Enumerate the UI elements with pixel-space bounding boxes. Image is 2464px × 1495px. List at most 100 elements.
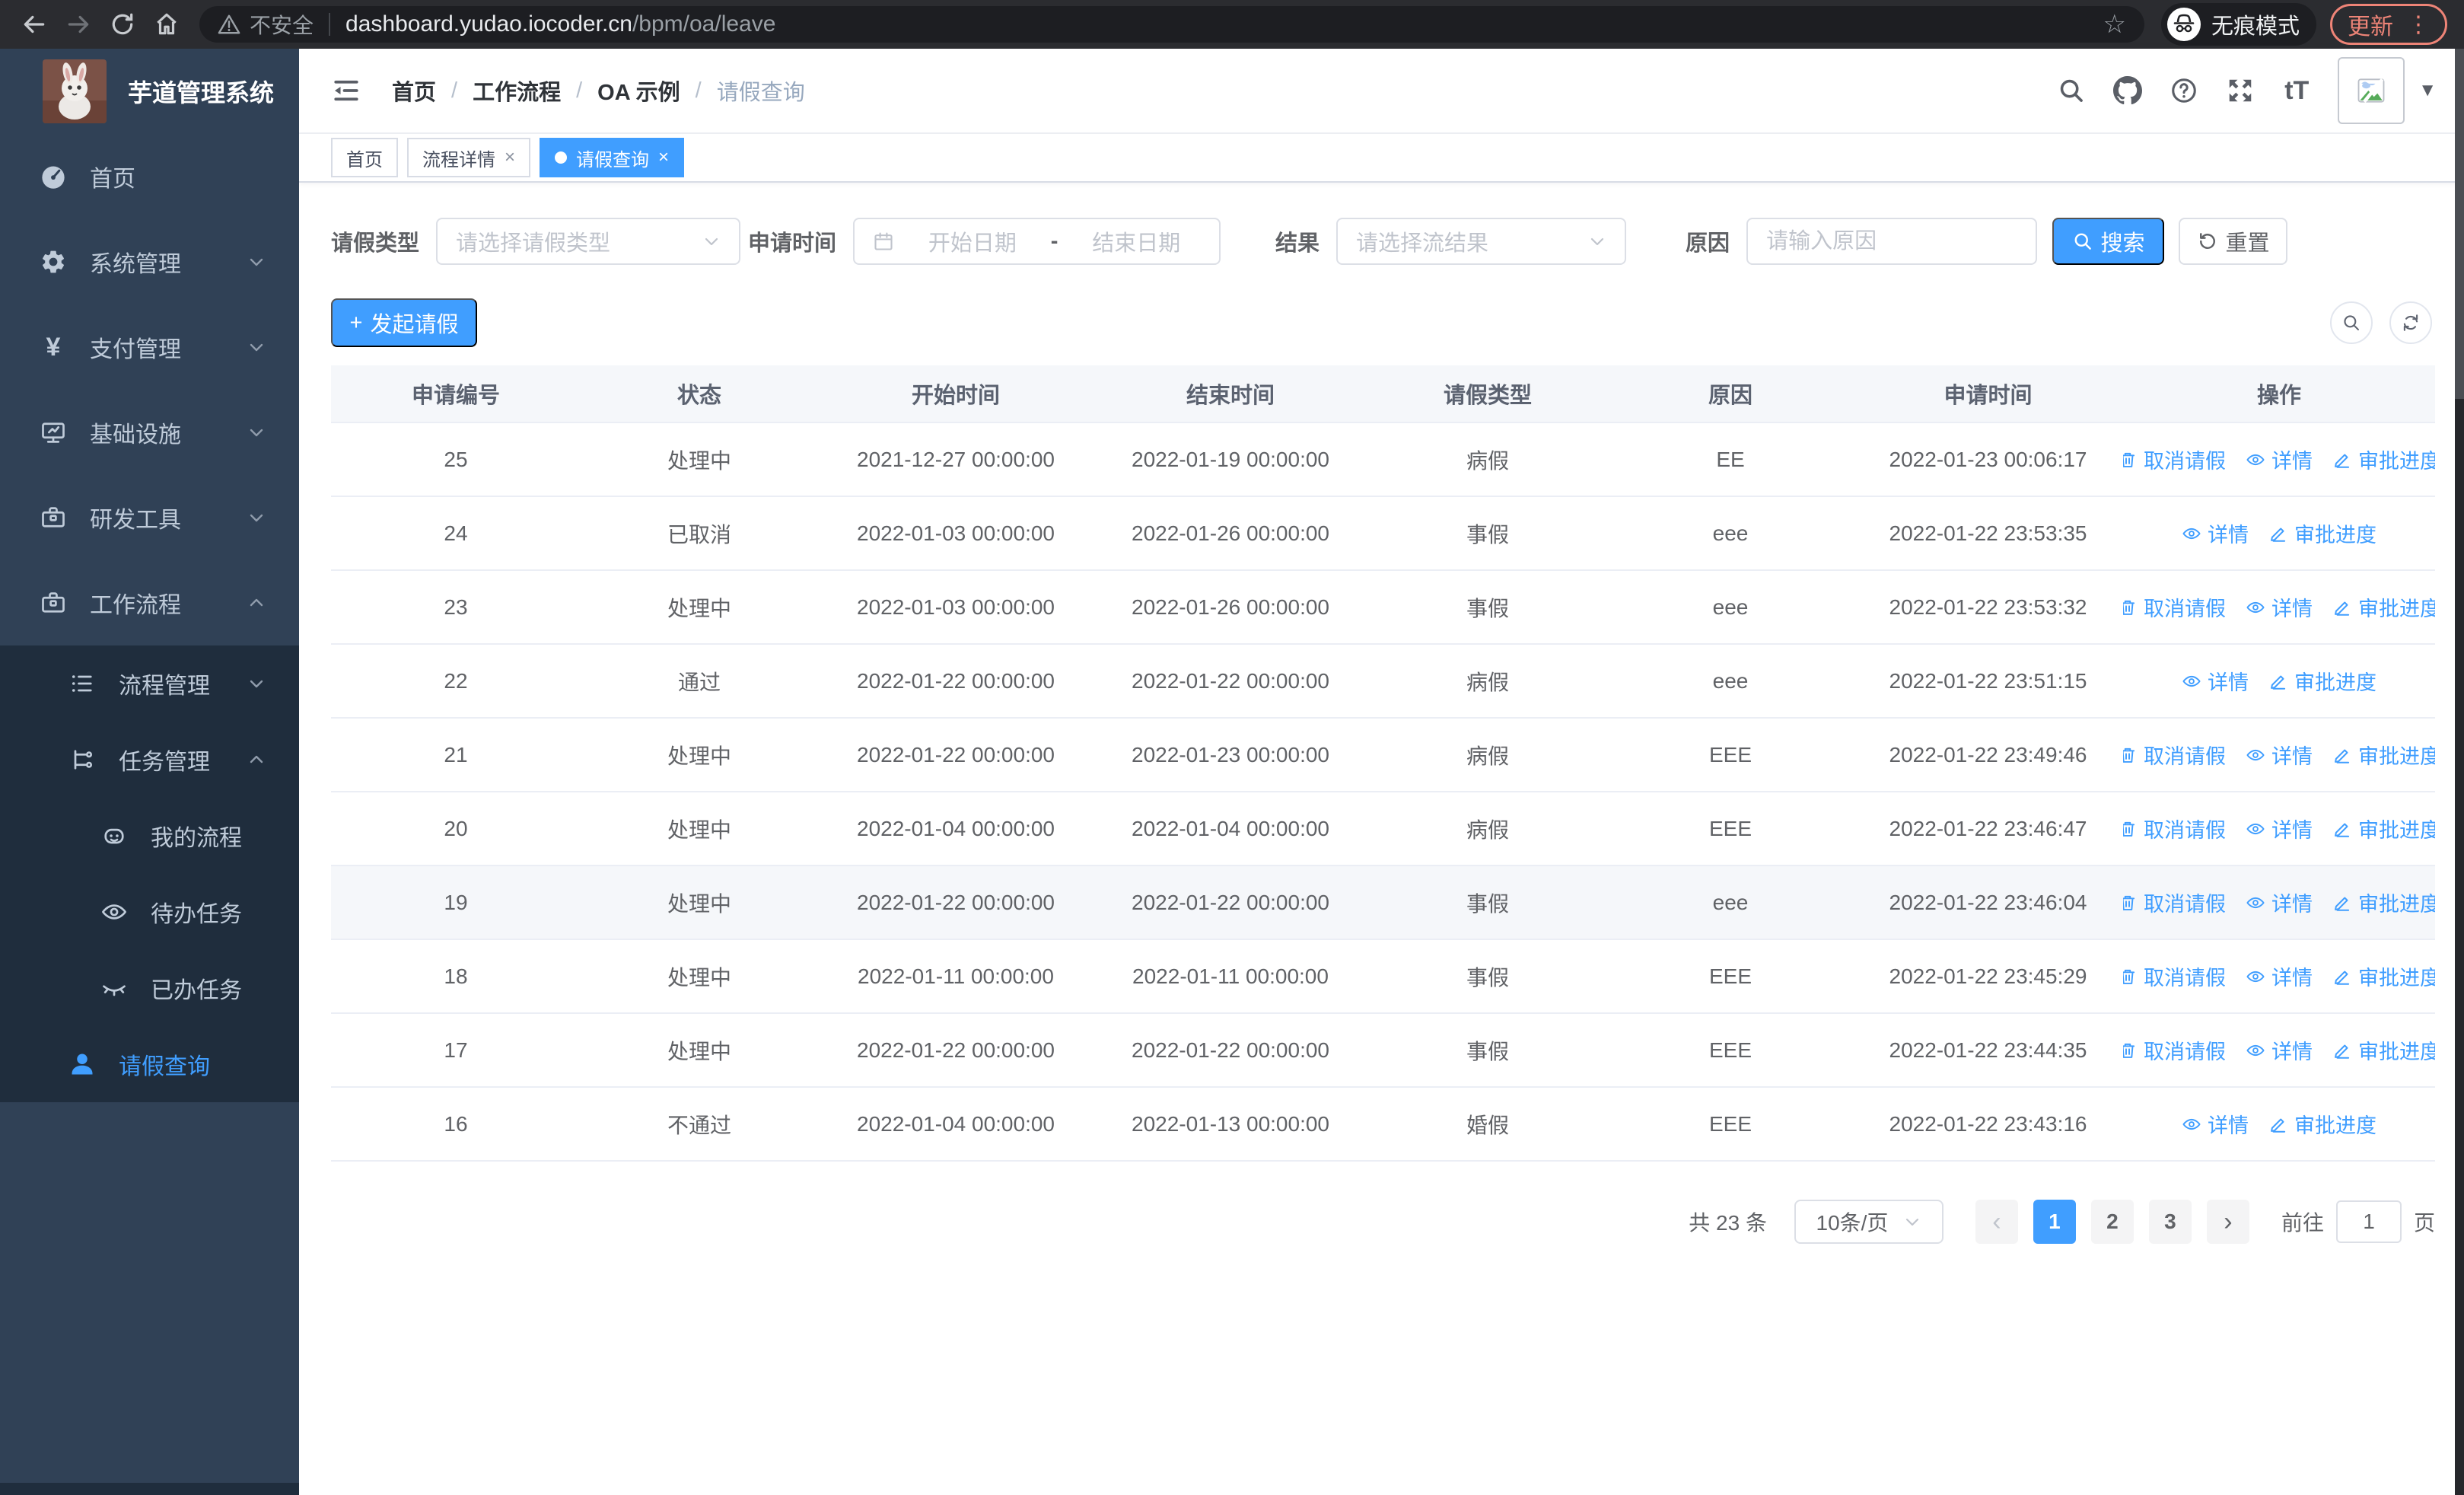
action-detail[interactable]: 详情	[2246, 1035, 2313, 1065]
start-date-placeholder[interactable]: 开始日期	[908, 225, 1037, 257]
breadcrumb-oa-example[interactable]: OA 示例	[597, 75, 680, 107]
sidebar-item-infrastructure[interactable]: 基础设施	[0, 390, 299, 475]
breadcrumb-home[interactable]: 首页	[392, 75, 436, 107]
security-warning-icon[interactable]	[218, 13, 240, 36]
avatar[interactable]	[2338, 57, 2405, 124]
action-progress[interactable]: 审批进度	[2332, 814, 2435, 843]
tab-process-detail[interactable]: 流程详情 ×	[407, 138, 531, 177]
sidebar-item-workflow[interactable]: 工作流程	[0, 560, 299, 645]
close-icon[interactable]: ×	[505, 147, 515, 168]
tab-label: 首页	[346, 149, 383, 171]
action-cancel[interactable]: 取消请假	[2123, 740, 2226, 770]
action-cancel[interactable]: 取消请假	[2123, 1035, 2226, 1065]
sidebar-item-label: 已办任务	[151, 978, 242, 1003]
help-icon[interactable]	[2160, 66, 2208, 115]
action-progress[interactable]: 审批进度	[2332, 740, 2435, 770]
hide-search-icon[interactable]	[2330, 301, 2373, 344]
chevron-down-icon	[247, 253, 266, 271]
leave-type-select[interactable]: 请选择请假类型	[436, 218, 741, 265]
avatar-caret-icon[interactable]: ▼	[2418, 80, 2437, 101]
page-url[interactable]: dashboard.yudao.iocoder.cn/bpm/oa/leave	[345, 11, 775, 37]
sidebar-item-my-process[interactable]: 我的流程	[0, 798, 299, 874]
sidebar-item-task-mgmt[interactable]: 任务管理	[0, 722, 299, 798]
action-progress[interactable]: 审批进度	[2268, 1109, 2376, 1139]
action-progress[interactable]: 审批进度	[2332, 1035, 2435, 1065]
sidebar-item-system[interactable]: 系统管理	[0, 219, 299, 304]
chevron-down-icon	[247, 508, 266, 527]
browser-forward-icon[interactable]	[56, 2, 100, 46]
refresh-icon[interactable]	[2389, 301, 2432, 344]
sidebar-item-process-mgmt[interactable]: 流程管理	[0, 645, 299, 722]
action-detail[interactable]: 详情	[2246, 814, 2313, 843]
table-body: 25 处理中 2021-12-27 00:00:00 2022-01-19 00…	[331, 423, 2435, 1162]
close-icon[interactable]: ×	[658, 147, 669, 168]
tab-leave-query[interactable]: 请假查询 ×	[540, 138, 685, 177]
fullscreen-icon[interactable]	[2216, 66, 2265, 115]
sidebar-item-leave-query[interactable]: 请假查询	[0, 1026, 299, 1102]
next-page-button[interactable]: ›	[2206, 1200, 2249, 1244]
action-cancel[interactable]: 取消请假	[2123, 445, 2226, 474]
action-detail[interactable]: 详情	[2182, 666, 2249, 696]
create-leave-button[interactable]: + 发起请假	[331, 298, 477, 347]
sidebar-item-done-tasks[interactable]: 已办任务	[0, 950, 299, 1026]
flow-branch-icon	[65, 746, 99, 773]
apply-time-range-picker[interactable]: 开始日期 - 结束日期	[853, 218, 1221, 265]
action-progress[interactable]: 审批进度	[2268, 518, 2376, 548]
col-type: 请假类型	[1443, 384, 1532, 408]
action-progress[interactable]: 审批进度	[2332, 888, 2435, 917]
font-size-icon[interactable]: tT	[2272, 66, 2321, 115]
address-bar[interactable]: 不安全 dashboard.yudao.iocoder.cn/bpm/oa/le…	[199, 6, 2144, 43]
action-detail[interactable]: 详情	[2246, 740, 2313, 770]
action-detail[interactable]: 详情	[2246, 888, 2313, 917]
incognito-label: 无痕模式	[2211, 14, 2300, 39]
action-cancel[interactable]: 取消请假	[2123, 814, 2226, 843]
goto-page-input[interactable]	[2335, 1200, 2402, 1243]
window-scrollbar[interactable]	[2455, 49, 2464, 1495]
action-progress[interactable]: 审批进度	[2332, 592, 2435, 622]
end-date-placeholder[interactable]: 结束日期	[1071, 225, 1201, 257]
page-button-3[interactable]: 3	[2148, 1200, 2192, 1244]
trash-icon	[2123, 1043, 2135, 1058]
sidebar-item-home[interactable]: 首页	[0, 134, 299, 219]
app-logo-row[interactable]: 芋道管理系统	[0, 49, 299, 134]
action-detail[interactable]: 详情	[2246, 961, 2313, 991]
incognito-icon	[2167, 8, 2201, 41]
browser-back-icon[interactable]	[12, 2, 56, 46]
github-icon[interactable]	[2103, 66, 2152, 115]
page-size-select[interactable]: 10条/页	[1794, 1200, 1944, 1244]
action-progress[interactable]: 审批进度	[2332, 445, 2435, 474]
browser-reload-icon[interactable]	[100, 2, 145, 46]
sidebar-item-todo-tasks[interactable]: 待办任务	[0, 874, 299, 950]
page-button-2[interactable]: 2	[2090, 1200, 2134, 1244]
action-cancel[interactable]: 取消请假	[2123, 592, 2226, 622]
breadcrumb-workflow[interactable]: 工作流程	[473, 75, 561, 107]
scrollbar-thumb[interactable]	[2455, 49, 2464, 399]
action-cancel[interactable]: 取消请假	[2123, 961, 2226, 991]
prev-page-button[interactable]: ‹	[1975, 1200, 2018, 1244]
sidebar-item-devtools[interactable]: 研发工具	[0, 475, 299, 560]
result-select[interactable]: 请选择流结果	[1336, 218, 1627, 265]
browser-home-icon[interactable]	[145, 2, 189, 46]
reset-button[interactable]: 重置	[2179, 218, 2288, 265]
browser-update-button[interactable]: 更新 ⋮	[2330, 4, 2448, 45]
reason-input[interactable]	[1748, 219, 2036, 263]
action-detail[interactable]: 详情	[2182, 1109, 2249, 1139]
filter-form: 请假类型 请选择请假类型 申请时间 开始日期 - 结束日期 结果 请选择流结果	[331, 218, 2435, 265]
browser-menu-icon[interactable]: ⋮	[2407, 11, 2430, 38]
action-progress[interactable]: 审批进度	[2332, 961, 2435, 991]
action-detail[interactable]: 详情	[2246, 592, 2313, 622]
search-icon[interactable]	[2047, 66, 2096, 115]
cell-id: 16	[444, 1111, 468, 1136]
action-detail[interactable]: 详情	[2246, 445, 2313, 474]
page-button-1[interactable]: 1	[2033, 1200, 2076, 1244]
sidebar-item-payment[interactable]: ¥ 支付管理	[0, 304, 299, 390]
sidebar-collapse-icon[interactable]	[331, 75, 361, 106]
tab-home[interactable]: 首页	[331, 138, 398, 177]
action-detail[interactable]: 详情	[2182, 518, 2249, 548]
search-button[interactable]: 搜索	[2052, 218, 2165, 265]
trash-icon	[2123, 600, 2135, 615]
security-label[interactable]: 不安全	[250, 9, 314, 40]
action-progress[interactable]: 审批进度	[2268, 666, 2376, 696]
action-cancel[interactable]: 取消请假	[2123, 888, 2226, 917]
bookmark-star-icon[interactable]: ☆	[2103, 9, 2126, 40]
